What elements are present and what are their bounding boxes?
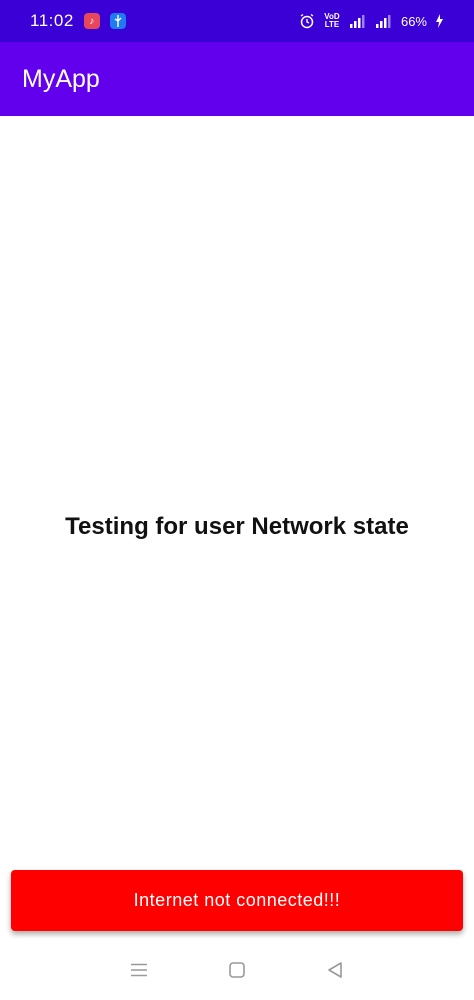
network-snackbar: Internet not connected!!! bbox=[11, 870, 463, 931]
usb-icon bbox=[109, 13, 126, 29]
volte-line2: LTE bbox=[324, 20, 340, 29]
signal-icon bbox=[349, 14, 367, 28]
battery-level: 66% bbox=[400, 13, 427, 29]
status-right: VoD LTE 66% bbox=[299, 13, 444, 29]
status-bar: 11:02 ♪ VoD LTE 66% bbox=[0, 0, 474, 42]
status-time: 11:02 bbox=[30, 11, 74, 30]
status-left: 11:02 ♪ bbox=[30, 11, 126, 31]
charging-icon bbox=[435, 14, 444, 28]
home-icon[interactable] bbox=[222, 955, 252, 985]
signal-icon bbox=[375, 14, 393, 28]
app-title: MyApp bbox=[22, 64, 100, 93]
network-state-message: Testing for user Network state bbox=[65, 513, 409, 540]
music-icon: ♪ bbox=[83, 13, 100, 29]
snackbar-text: Internet not connected!!! bbox=[133, 890, 341, 910]
navigation-bar bbox=[0, 940, 474, 1000]
alarm-icon bbox=[299, 13, 315, 29]
app-bar: MyApp bbox=[0, 42, 474, 116]
menu-icon[interactable] bbox=[124, 955, 154, 985]
back-icon[interactable] bbox=[320, 955, 350, 985]
main-content: Testing for user Network state bbox=[0, 116, 474, 870]
volte-icon: VoD LTE bbox=[323, 13, 341, 29]
